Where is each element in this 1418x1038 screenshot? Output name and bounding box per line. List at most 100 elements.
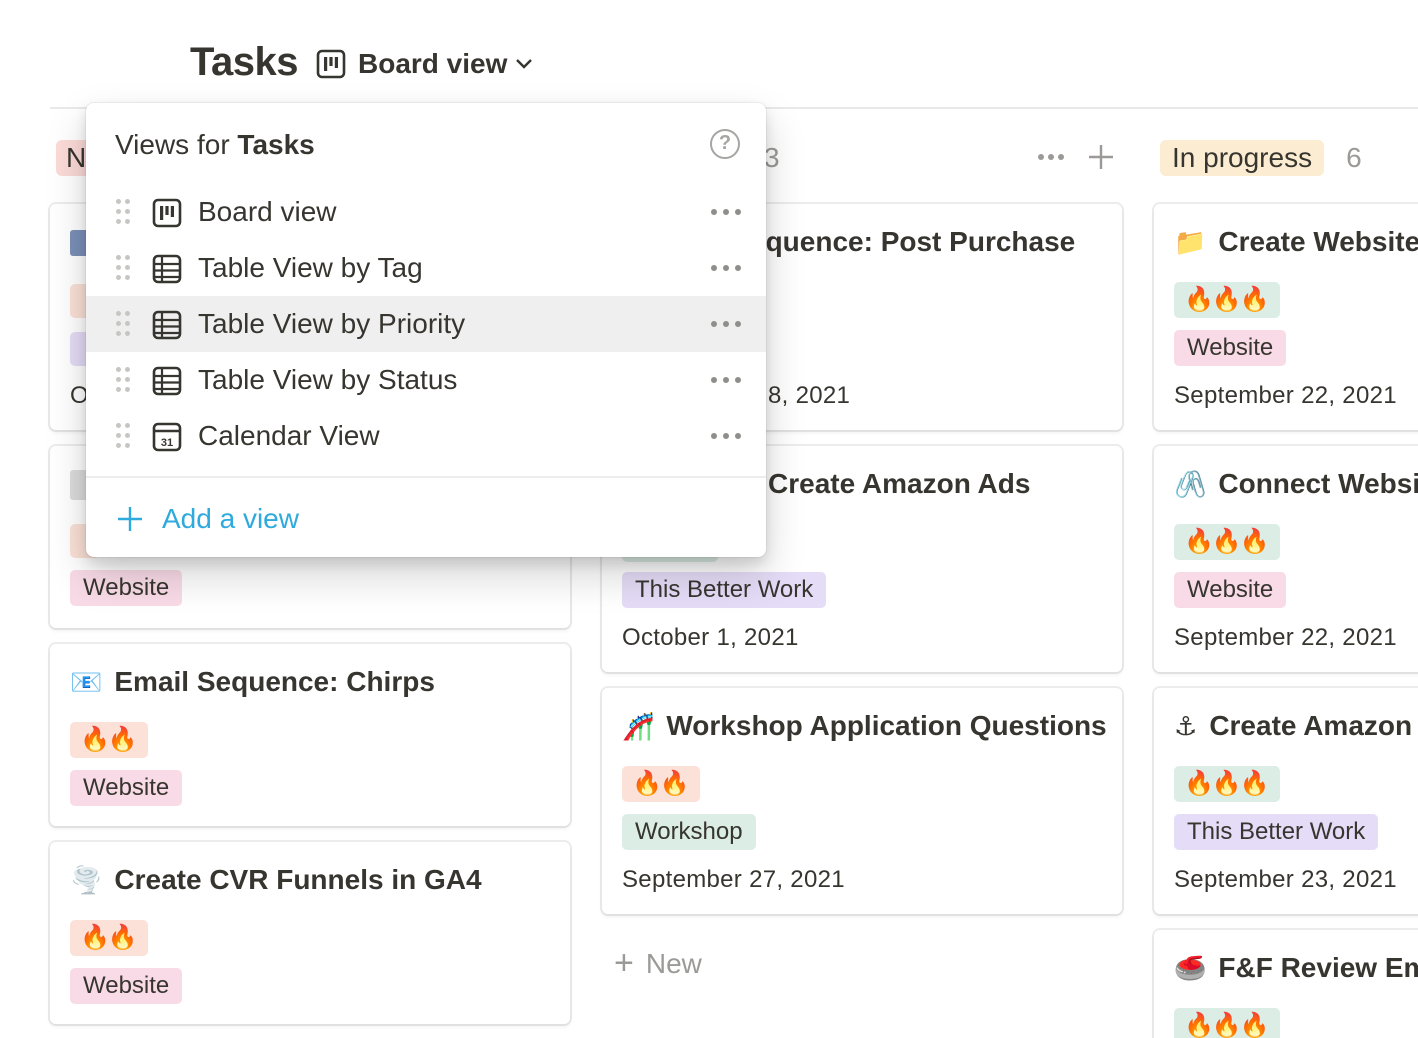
table-icon	[152, 254, 182, 284]
card-date: September 27, 2021	[622, 866, 845, 893]
status-badge: In progress	[1160, 140, 1325, 176]
column-header-in-progress: In progress 6	[1160, 138, 1362, 178]
card-title-text: Connect Websit	[1218, 468, 1418, 499]
plus-icon	[118, 507, 142, 531]
tag-website: Website	[1174, 330, 1287, 366]
board-card[interactable]: 📧 Email Sequence: Chirps 🔥🔥 Website	[50, 644, 570, 826]
tag-this-better-work: This Better Work	[622, 572, 827, 608]
card-date: October 1, 2021	[622, 624, 799, 651]
dropdown-title-db: Tasks	[237, 129, 315, 160]
more-icon[interactable]	[710, 314, 742, 334]
card-title: 🌪️ Create CVR Funnels in GA4	[70, 864, 482, 896]
board-card[interactable]: 🖇️ Connect Websit 🔥🔥🔥 Website September …	[1154, 446, 1418, 672]
view-item-label: Calendar View	[198, 420, 380, 451]
folder-icon: 📁	[1174, 226, 1207, 257]
more-icon[interactable]	[710, 258, 742, 278]
more-icon[interactable]	[710, 202, 742, 222]
card-title-text: Create Amazon	[1209, 710, 1413, 741]
card-title-text: Create Amazon Ads	[768, 468, 1031, 499]
card-title-text: F&F Review Ema	[1218, 952, 1418, 983]
page-title: Tasks	[190, 40, 298, 84]
more-icon[interactable]	[1036, 142, 1066, 177]
tag-website: Website	[1174, 572, 1287, 608]
help-icon[interactable]: ?	[710, 129, 740, 159]
tag-website: Website	[70, 968, 183, 1004]
anchor-icon: ⚓	[1174, 710, 1198, 741]
card-title-text: Workshop Application Questions	[666, 710, 1107, 741]
table-icon	[152, 366, 182, 396]
view-item-label: Table View by Tag	[198, 252, 423, 283]
board-card[interactable]: 📁 Create Website 🔥🔥🔥 Website September 2…	[1154, 204, 1418, 430]
tag-this-better-work: This Better Work	[1174, 814, 1379, 850]
column-count: 3	[764, 142, 780, 173]
paperclip-icon: 🖇️	[1174, 468, 1207, 499]
card-date: September 22, 2021	[1174, 382, 1397, 409]
board-icon	[152, 198, 182, 228]
drag-handle-icon[interactable]	[116, 367, 132, 393]
board-card[interactable]: 🥌 F&F Review Ema 🔥🔥🔥	[1154, 930, 1418, 1038]
card-title-text: Create Website	[1218, 226, 1418, 257]
add-view-button[interactable]: Add a view	[116, 499, 299, 539]
view-item-label: Table View by Status	[198, 364, 458, 395]
card-date: September 22, 2021	[1174, 624, 1397, 651]
card-date: 8, 2021	[768, 382, 851, 409]
calendar-icon: 31	[152, 422, 182, 452]
view-item-calendar[interactable]: 31 Calendar View	[86, 408, 766, 464]
table-icon	[152, 310, 182, 340]
card-title: equence: Post Purchase	[750, 226, 1075, 258]
board-card[interactable]: 🎢 Workshop Application Questions 🔥🔥 Work…	[602, 688, 1122, 914]
view-switcher-button[interactable]: Board view	[316, 46, 533, 82]
card-title: 🖇️ Connect Websit	[1174, 468, 1418, 500]
card-title: 📁 Create Website	[1174, 226, 1418, 258]
tag-website: Website	[70, 570, 183, 606]
drag-handle-icon[interactable]	[116, 255, 132, 281]
tag-workshop: Workshop	[622, 814, 756, 850]
priority-tag: 🔥🔥	[70, 920, 148, 956]
view-item-table-by-tag[interactable]: Table View by Tag	[86, 240, 766, 296]
board-card[interactable]: 🌪️ Create CVR Funnels in GA4 🔥🔥 Website	[50, 842, 570, 1024]
tornado-icon: 🌪️	[70, 864, 103, 895]
dropdown-divider	[86, 476, 766, 478]
view-item-label: Table View by Priority	[198, 308, 466, 339]
drag-handle-icon[interactable]	[116, 423, 132, 449]
dropdown-title: Views for Tasks	[115, 129, 315, 161]
plus-icon: +	[614, 944, 634, 982]
priority-tag: 🔥🔥	[622, 766, 700, 802]
new-card-button[interactable]: + New	[614, 944, 702, 983]
roller-coaster-icon: 🎢	[622, 710, 655, 741]
view-item-table-by-priority[interactable]: Table View by Priority	[86, 296, 766, 352]
dropdown-title-prefix: Views for	[115, 129, 230, 160]
email-icon: 📧	[70, 666, 103, 697]
svg-text:31: 31	[161, 437, 173, 449]
card-date: September 23, 2021	[1174, 866, 1397, 893]
card-title-text: equence: Post Purchase	[750, 226, 1076, 257]
card-title: 📧 Email Sequence: Chirps	[70, 666, 435, 698]
views-dropdown: Views for Tasks ? Board view Table View …	[86, 103, 766, 557]
view-switcher-label: Board view	[358, 48, 508, 79]
add-card-icon[interactable]	[1086, 142, 1116, 177]
view-item-table-by-status[interactable]: Table View by Status	[86, 352, 766, 408]
priority-tag: 🔥🔥🔥	[1174, 766, 1280, 802]
board-icon	[316, 49, 346, 79]
column-header-middle: 3	[764, 138, 780, 178]
chevron-down-icon	[516, 59, 533, 69]
drag-handle-icon[interactable]	[116, 311, 132, 337]
card-title: 🥌 F&F Review Ema	[1174, 952, 1418, 984]
view-item-label: Board view	[198, 196, 337, 227]
tag-website: Website	[70, 770, 183, 806]
card-title-text: Create CVR Funnels in GA4	[114, 864, 482, 895]
more-icon[interactable]	[710, 370, 742, 390]
add-view-label: Add a view	[162, 503, 299, 534]
card-title: Create Amazon Ads	[768, 468, 1030, 500]
priority-tag: 🔥🔥	[70, 722, 148, 758]
priority-tag: 🔥🔥🔥	[1174, 1008, 1280, 1038]
priority-tag: 🔥🔥🔥	[1174, 524, 1280, 560]
drag-handle-icon[interactable]	[116, 199, 132, 225]
card-title: 🎢 Workshop Application Questions	[622, 710, 1107, 742]
more-icon[interactable]	[710, 426, 742, 446]
curling-stone-icon: 🥌	[1174, 952, 1207, 983]
new-card-label: New	[645, 947, 702, 979]
board-card[interactable]: ⚓ Create Amazon 🔥🔥🔥 This Better Work Sep…	[1154, 688, 1418, 914]
page-header: Tasks Board view	[0, 0, 1418, 109]
view-item-board[interactable]: Board view	[86, 184, 766, 240]
